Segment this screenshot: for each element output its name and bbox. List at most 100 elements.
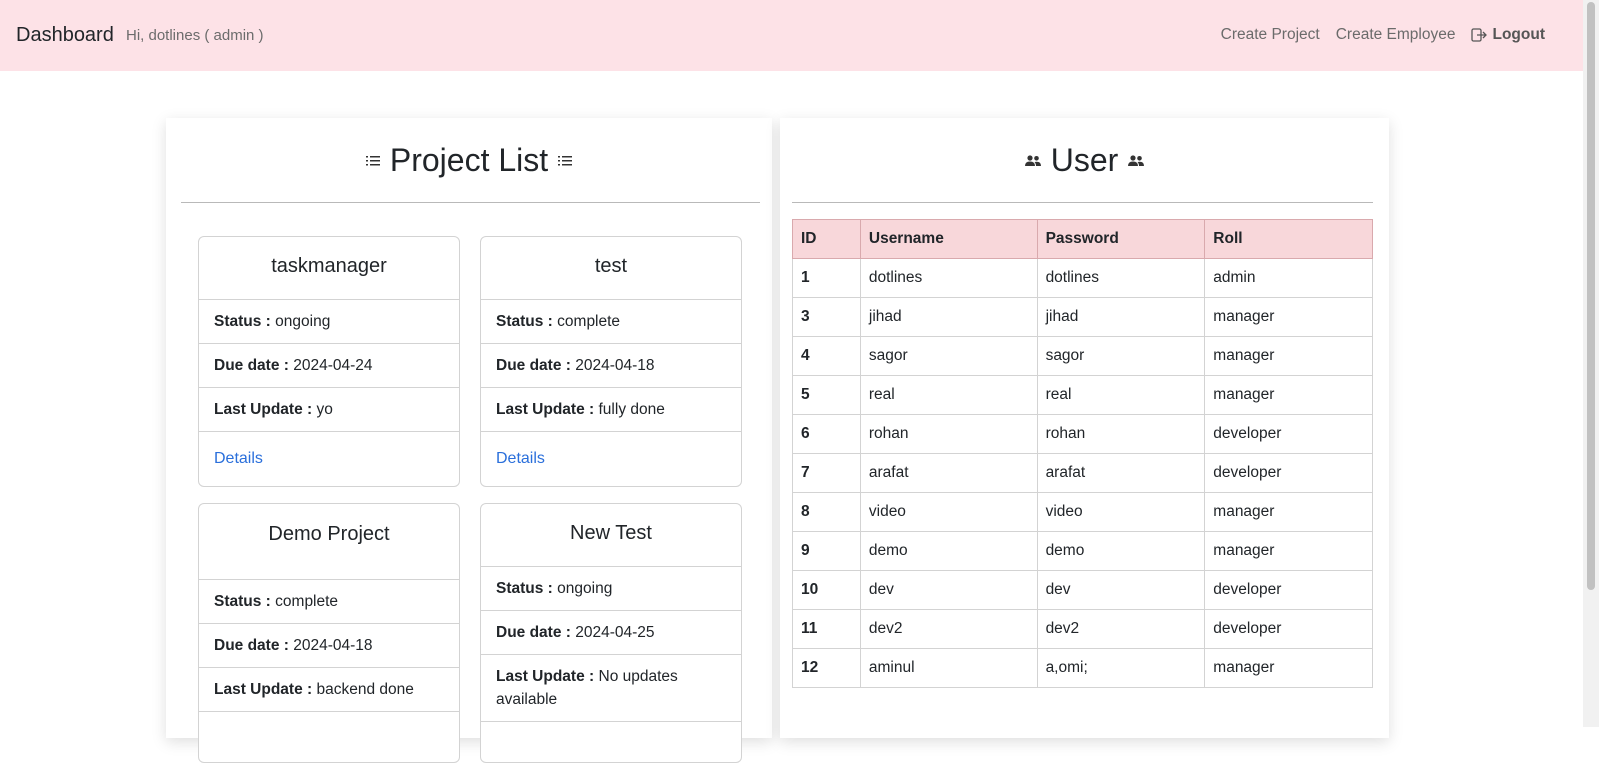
cell-username: jihad — [859, 297, 1038, 337]
logout-button[interactable]: Logout — [1471, 26, 1545, 44]
cell-password: real — [1036, 375, 1206, 415]
cell-roll: manager — [1204, 531, 1373, 571]
users-icon — [1128, 154, 1145, 167]
details-link[interactable]: Details — [481, 432, 741, 486]
project-status: Status : complete — [199, 580, 459, 624]
cell-roll: admin — [1204, 258, 1373, 298]
cell-id: 12 — [792, 648, 861, 688]
cell-id: 3 — [792, 297, 861, 337]
brand-link[interactable]: Dashboard — [16, 24, 114, 47]
top-navbar: Dashboard Hi, dotlines ( admin ) Create … — [0, 0, 1583, 71]
user-title: User — [1050, 142, 1119, 178]
cell-id: 8 — [792, 492, 861, 532]
table-row: 4 sagor sagor manager — [792, 336, 1373, 376]
cell-password: rohan — [1036, 414, 1206, 454]
project-last-update: Last Update : No updates available — [481, 655, 741, 722]
project-card: Demo Project Status : complete Due date … — [198, 503, 460, 763]
cell-password: jihad — [1036, 297, 1206, 337]
col-roll: Roll — [1204, 219, 1373, 259]
due-value: 2024-04-25 — [575, 624, 655, 641]
cell-username: real — [859, 375, 1038, 415]
list-icon — [558, 155, 573, 167]
project-last-update: Last Update : fully done — [481, 388, 741, 432]
update-label: Last Update : — [214, 681, 313, 698]
cell-roll: manager — [1204, 492, 1373, 532]
project-last-update: Last Update : backend done — [199, 668, 459, 712]
cell-username: rohan — [859, 414, 1038, 454]
project-name: New Test — [481, 504, 741, 567]
due-value: 2024-04-24 — [293, 357, 373, 374]
cell-roll: manager — [1204, 336, 1373, 376]
update-value: yo — [316, 401, 333, 418]
cell-id: 9 — [792, 531, 861, 571]
vertical-scrollbar[interactable] — [1583, 0, 1599, 727]
user-panel: User ID Username Password Roll 1 dotlines… — [780, 118, 1389, 738]
cell-username: demo — [859, 531, 1038, 571]
heading-divider — [181, 202, 760, 203]
col-id: ID — [792, 219, 861, 259]
users-icon — [1024, 154, 1041, 167]
cell-id: 5 — [792, 375, 861, 415]
update-value: fully done — [598, 401, 665, 418]
project-list-title: Project List — [389, 142, 549, 178]
cell-id: 10 — [792, 570, 861, 610]
cell-password: demo — [1036, 531, 1206, 571]
due-value: 2024-04-18 — [293, 637, 373, 654]
project-status: Status : ongoing — [199, 300, 459, 344]
project-list-heading: Project List — [166, 142, 772, 179]
user-table: ID Username Password Roll 1 dotlines dotli… — [792, 219, 1373, 688]
status-label: Status : — [496, 313, 553, 330]
create-project-link[interactable]: Create Project — [1221, 26, 1320, 44]
project-due-date: Due date : 2024-04-18 — [481, 344, 741, 388]
project-status: Status : complete — [481, 300, 741, 344]
cell-roll: manager — [1204, 375, 1373, 415]
col-username: Username — [859, 219, 1038, 259]
cell-username: arafat — [859, 453, 1038, 493]
list-icon — [365, 155, 380, 167]
status-value: ongoing — [275, 313, 331, 330]
table-row: 9 demo demo manager — [792, 531, 1373, 571]
due-label: Due date : — [496, 357, 571, 374]
cell-id: 4 — [792, 336, 861, 376]
details-link[interactable]: Details — [199, 432, 459, 486]
cell-id: 1 — [792, 258, 861, 298]
status-label: Status : — [214, 313, 271, 330]
cell-roll: developer — [1204, 570, 1373, 610]
status-label: Status : — [214, 593, 271, 610]
cell-roll: developer — [1204, 453, 1373, 493]
scrollbar-thumb[interactable] — [1587, 2, 1595, 590]
cell-username: dev2 — [859, 609, 1038, 649]
update-value: backend done — [316, 681, 414, 698]
due-label: Due date : — [496, 624, 571, 641]
table-row: 11 dev2 dev2 developer — [792, 609, 1373, 649]
col-password: Password — [1036, 219, 1206, 259]
cell-id: 7 — [792, 453, 861, 493]
nav-actions: Create Project Create Employee Logout — [1205, 26, 1545, 44]
due-label: Due date : — [214, 637, 289, 654]
cell-username: dev — [859, 570, 1038, 610]
user-table-body: 1 dotlines dotlines admin 3 jihad jihad manager… — [792, 258, 1373, 688]
table-row: 10 dev dev developer — [792, 570, 1373, 610]
due-value: 2024-04-18 — [575, 357, 655, 374]
cell-roll: developer — [1204, 414, 1373, 454]
project-card: test Status : complete Due date : 2024-0… — [480, 236, 742, 487]
status-value: complete — [557, 313, 621, 330]
greeting-text: Hi, dotlines ( admin ) — [126, 27, 264, 44]
project-status: Status : ongoing — [481, 567, 741, 611]
cell-password: a,omi; — [1036, 648, 1206, 688]
cell-id: 11 — [792, 609, 861, 649]
create-employee-link[interactable]: Create Employee — [1336, 26, 1456, 44]
project-name: Demo Project — [199, 504, 459, 580]
cell-roll: developer — [1204, 609, 1373, 649]
update-label: Last Update : — [496, 401, 595, 418]
cell-password: video — [1036, 492, 1206, 532]
table-row: 8 video video manager — [792, 492, 1373, 532]
project-name: test — [481, 237, 741, 300]
status-value: ongoing — [557, 580, 613, 597]
cell-username: sagor — [859, 336, 1038, 376]
cell-password: sagor — [1036, 336, 1206, 376]
cell-password: arafat — [1036, 453, 1206, 493]
update-label: Last Update : — [214, 401, 313, 418]
table-row: 5 real real manager — [792, 375, 1373, 415]
cell-password: dev — [1036, 570, 1206, 610]
